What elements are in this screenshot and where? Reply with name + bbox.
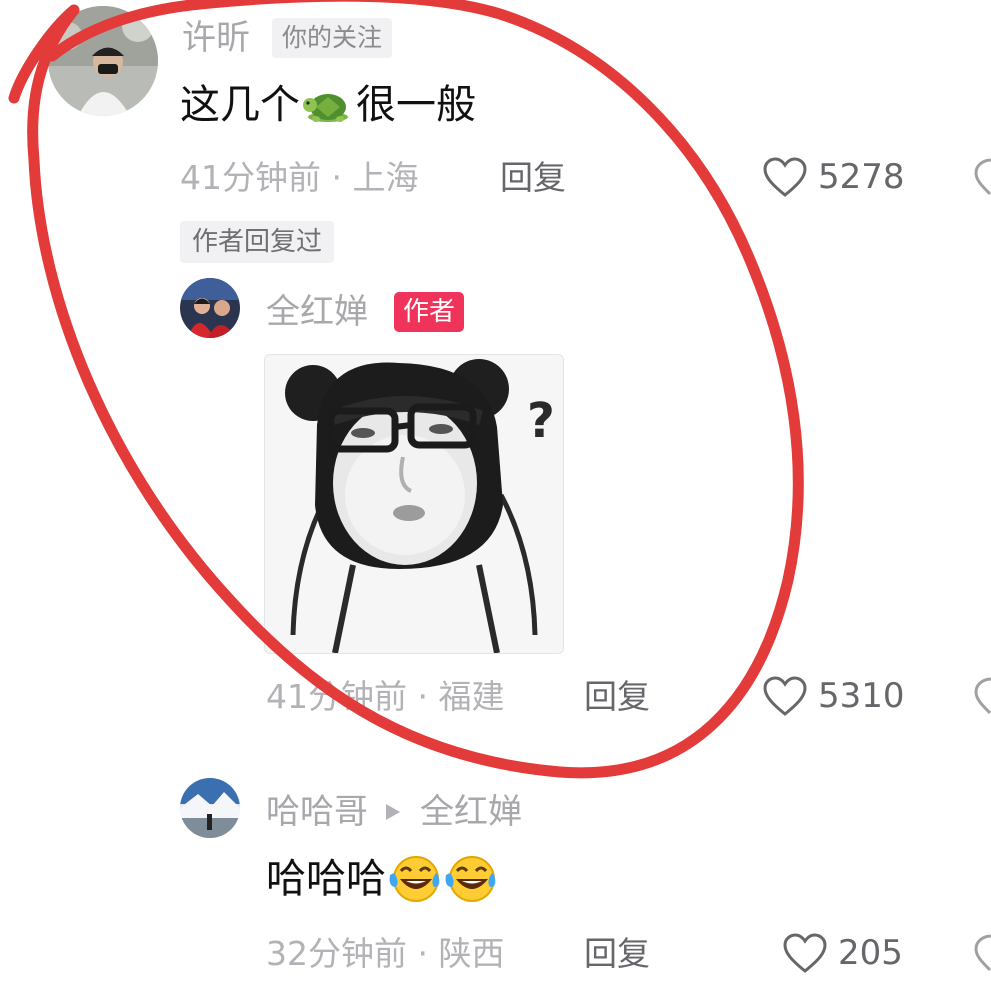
like-count-1: 5278 <box>818 157 905 197</box>
avatar-photo-icon <box>48 6 158 116</box>
avatar-photo-icon <box>180 778 240 838</box>
reply-button-1[interactable]: 回复 <box>500 158 566 198</box>
comment-text-1: 这几个 很一般 <box>180 80 476 130</box>
reply-time-location-1: 41分钟前 · 福建 <box>266 677 505 716</box>
bear-ear-meme-sticker[interactable]: ? <box>264 354 564 654</box>
heart-icon <box>783 933 827 973</box>
dislike-icon-partial[interactable] <box>972 675 991 717</box>
laughing-tears-emoji-icon <box>442 853 498 905</box>
user-avatar-xuxin[interactable] <box>48 6 158 116</box>
laughing-tears-emoji-icon <box>386 853 442 905</box>
user-avatar-hahage[interactable] <box>180 778 240 838</box>
like-count-3: 205 <box>838 933 903 973</box>
like-count-2: 5310 <box>818 676 905 716</box>
avatar-photo-icon <box>180 278 240 338</box>
username-quanhongchan[interactable]: 全红婵 <box>266 292 368 332</box>
like-button-1[interactable]: 5278 <box>762 156 905 198</box>
heart-icon <box>763 157 807 197</box>
turtle-emoji-icon <box>302 85 354 125</box>
reply-header-2: 哈哈哥 全红婵 <box>266 792 522 832</box>
reply-button-2[interactable]: 回复 <box>584 677 650 717</box>
reply-to-username[interactable]: 全红婵 <box>420 792 522 832</box>
reply-time-location-2: 32分钟前 · 陕西 <box>266 934 505 973</box>
username-xuxin[interactable]: 许昕 <box>182 18 250 58</box>
meme-sticker-image-icon: ? <box>265 355 563 653</box>
like-button-2[interactable]: 5310 <box>762 675 905 717</box>
comment-text-3: 哈哈哈 <box>266 853 498 905</box>
dislike-icon-partial[interactable] <box>972 932 991 974</box>
comment-thread-screenshot: 许昕 你的关注 这几个 很一般 41分钟前 · 上海 回复 5278 作者回复过 <box>0 0 991 994</box>
username-hahage[interactable]: 哈哈哥 <box>266 792 368 832</box>
reply-to-arrow-icon <box>386 803 400 820</box>
user-avatar-quanhongchan[interactable] <box>180 278 240 338</box>
comment-text-part-1: 这几个 <box>180 82 300 128</box>
comment-text-part-2: 很一般 <box>356 82 476 128</box>
author-replied-tag: 作者回复过 <box>180 221 335 263</box>
following-tag: 你的关注 <box>272 18 393 58</box>
reply-button-3[interactable]: 回复 <box>584 934 650 974</box>
author-badge: 作者 <box>394 292 465 332</box>
comment-text-part: 哈哈哈 <box>266 856 386 902</box>
heart-icon <box>763 676 807 716</box>
like-button-3[interactable]: 205 <box>782 932 903 974</box>
dislike-icon-partial[interactable] <box>972 156 991 198</box>
comment-time-location-1: 41分钟前 · 上海 <box>180 158 419 197</box>
svg-text:?: ? <box>527 393 555 449</box>
